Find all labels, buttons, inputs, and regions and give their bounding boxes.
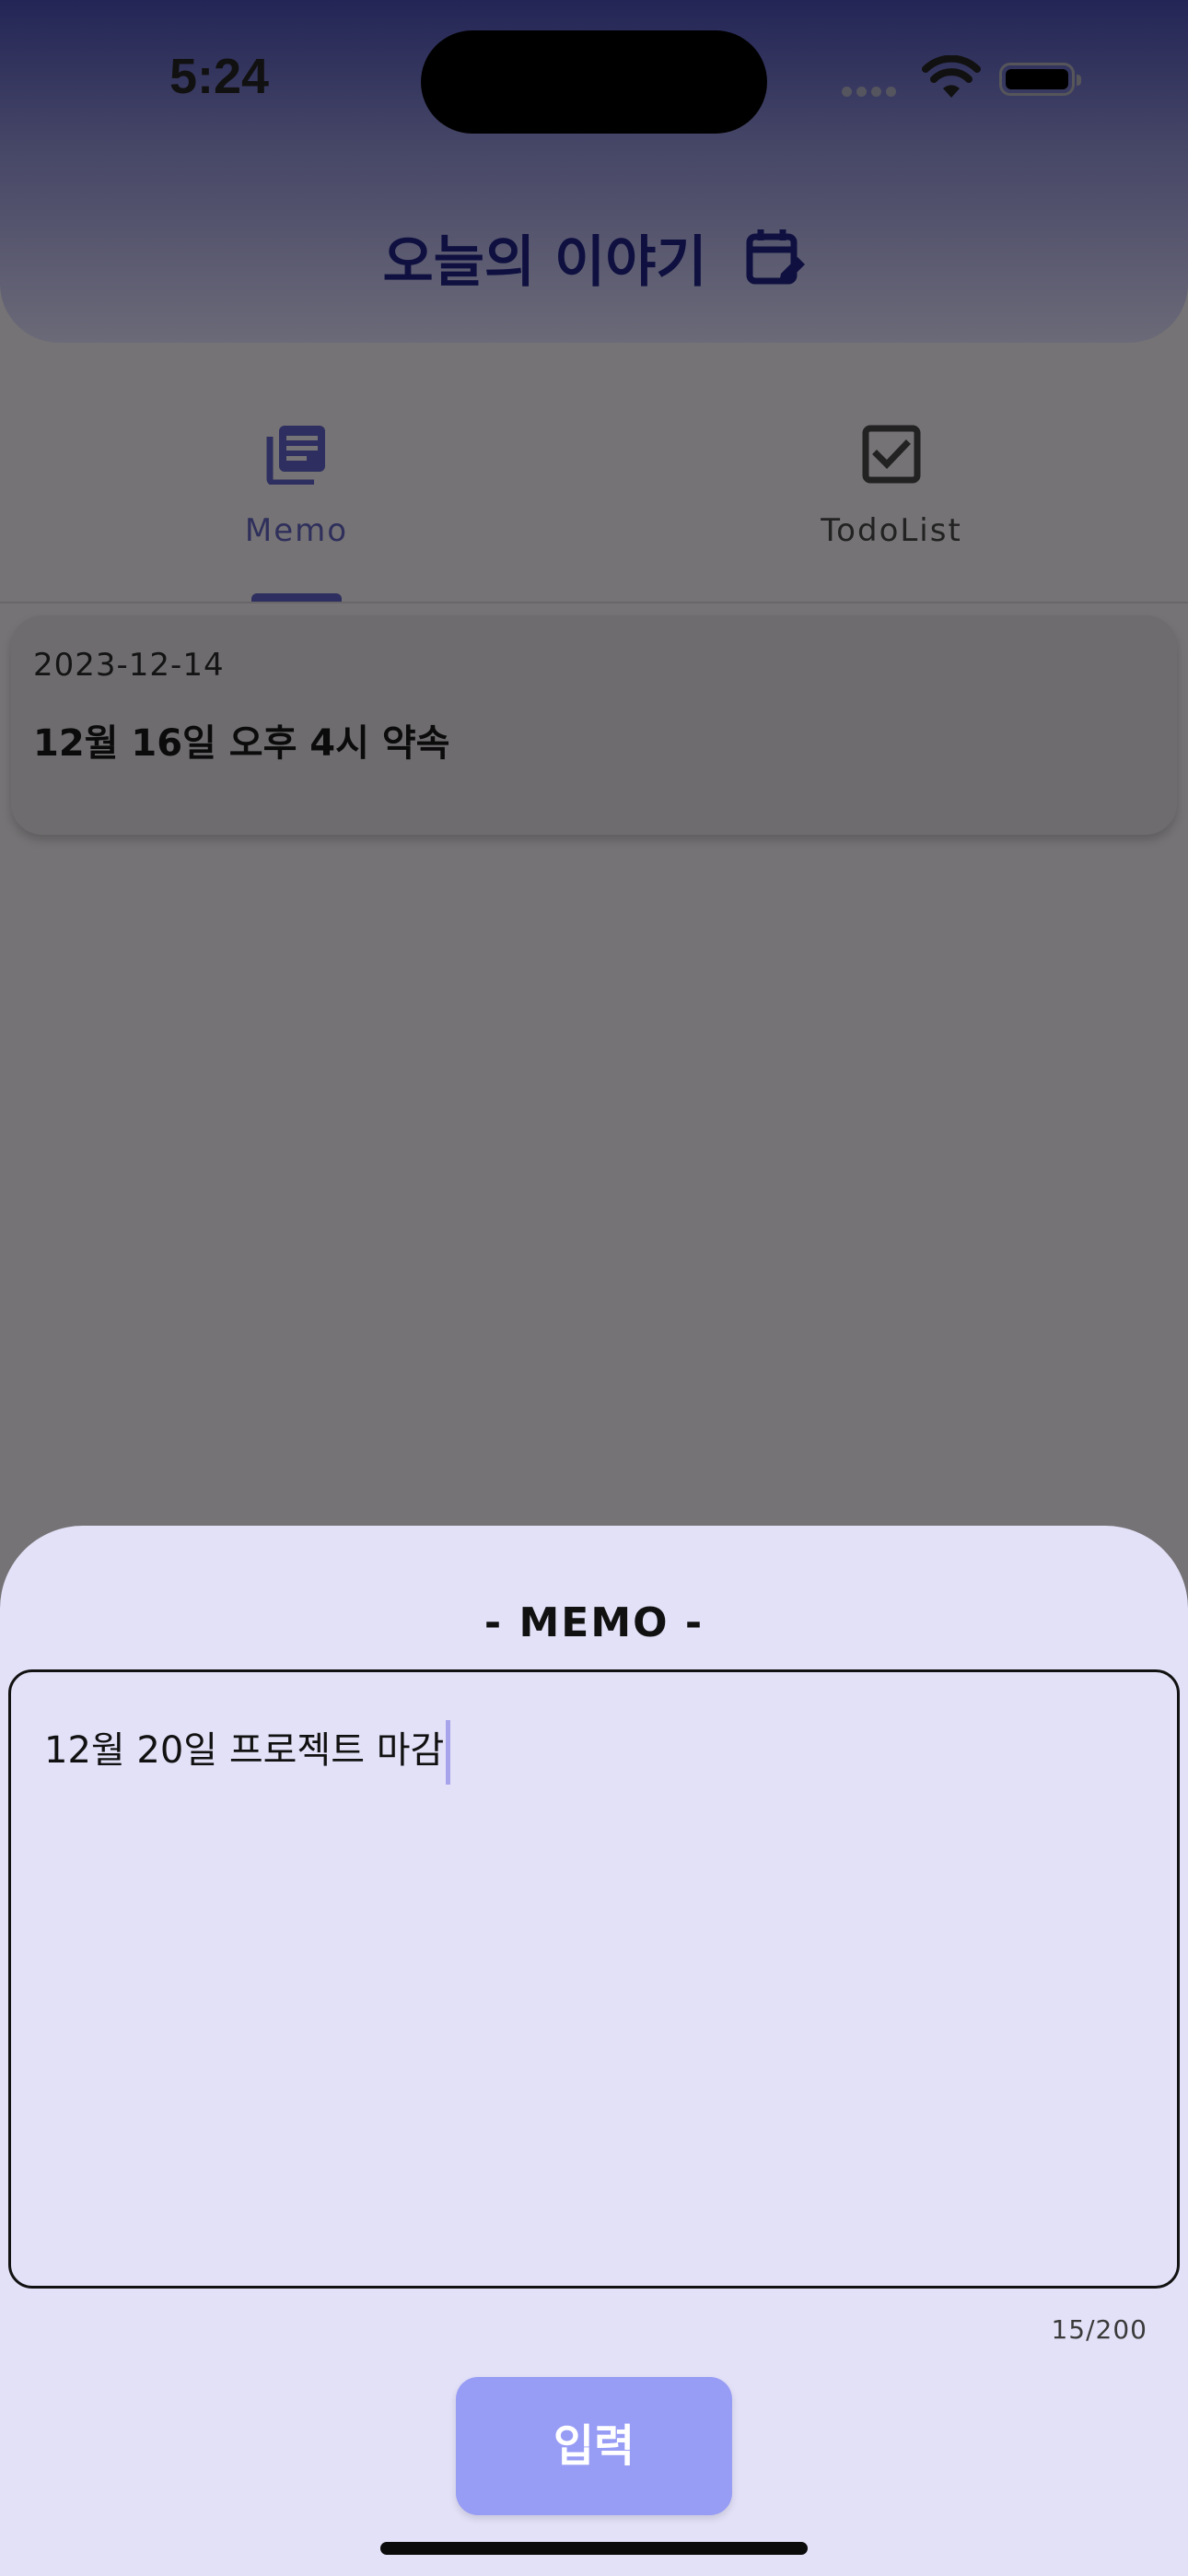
- tab-todolist-label: TodoList: [821, 512, 962, 549]
- character-counter: 15/200: [1051, 2314, 1147, 2345]
- text-cursor: [446, 1720, 451, 1785]
- status-time: 5:24: [169, 49, 270, 104]
- tab-divider: [0, 602, 1188, 603]
- dynamic-island: [421, 30, 767, 134]
- memo-input-value: 12월 20일 프로젝트 마감: [44, 1729, 445, 1772]
- tab-memo-label: Memo: [244, 512, 349, 549]
- memo-date: 2023-12-14: [33, 647, 225, 684]
- calendar-edit-icon: [746, 228, 806, 284]
- checkbox-icon: [862, 425, 921, 484]
- page-title-text: 오늘의 이야기: [382, 230, 707, 295]
- notes-icon: [266, 426, 325, 485]
- tab-todolist[interactable]: TodoList: [753, 405, 1030, 603]
- page-title: 오늘의 이야기: [0, 217, 1188, 298]
- battery-icon: [999, 63, 1081, 96]
- wifi-icon: [922, 55, 981, 98]
- memo-card[interactable]: 2023-12-14 12월 16일 오후 4시 약속: [11, 615, 1177, 835]
- submit-button[interactable]: 입력: [456, 2377, 732, 2515]
- tab-bar: Memo TodoList: [0, 405, 1188, 603]
- home-indicator: [380, 2542, 808, 2555]
- tab-memo[interactable]: Memo: [158, 405, 435, 603]
- memo-bottom-sheet: - MEMO - 12월 20일 프로젝트 마감 15/200 입력: [0, 1526, 1188, 2576]
- cellular-signal-icon: [842, 83, 901, 100]
- memo-text-input[interactable]: 12월 20일 프로젝트 마감: [8, 1669, 1180, 2289]
- memo-title: 12월 16일 오후 4시 약속: [33, 722, 450, 765]
- sheet-title: - MEMO -: [483, 1599, 705, 1646]
